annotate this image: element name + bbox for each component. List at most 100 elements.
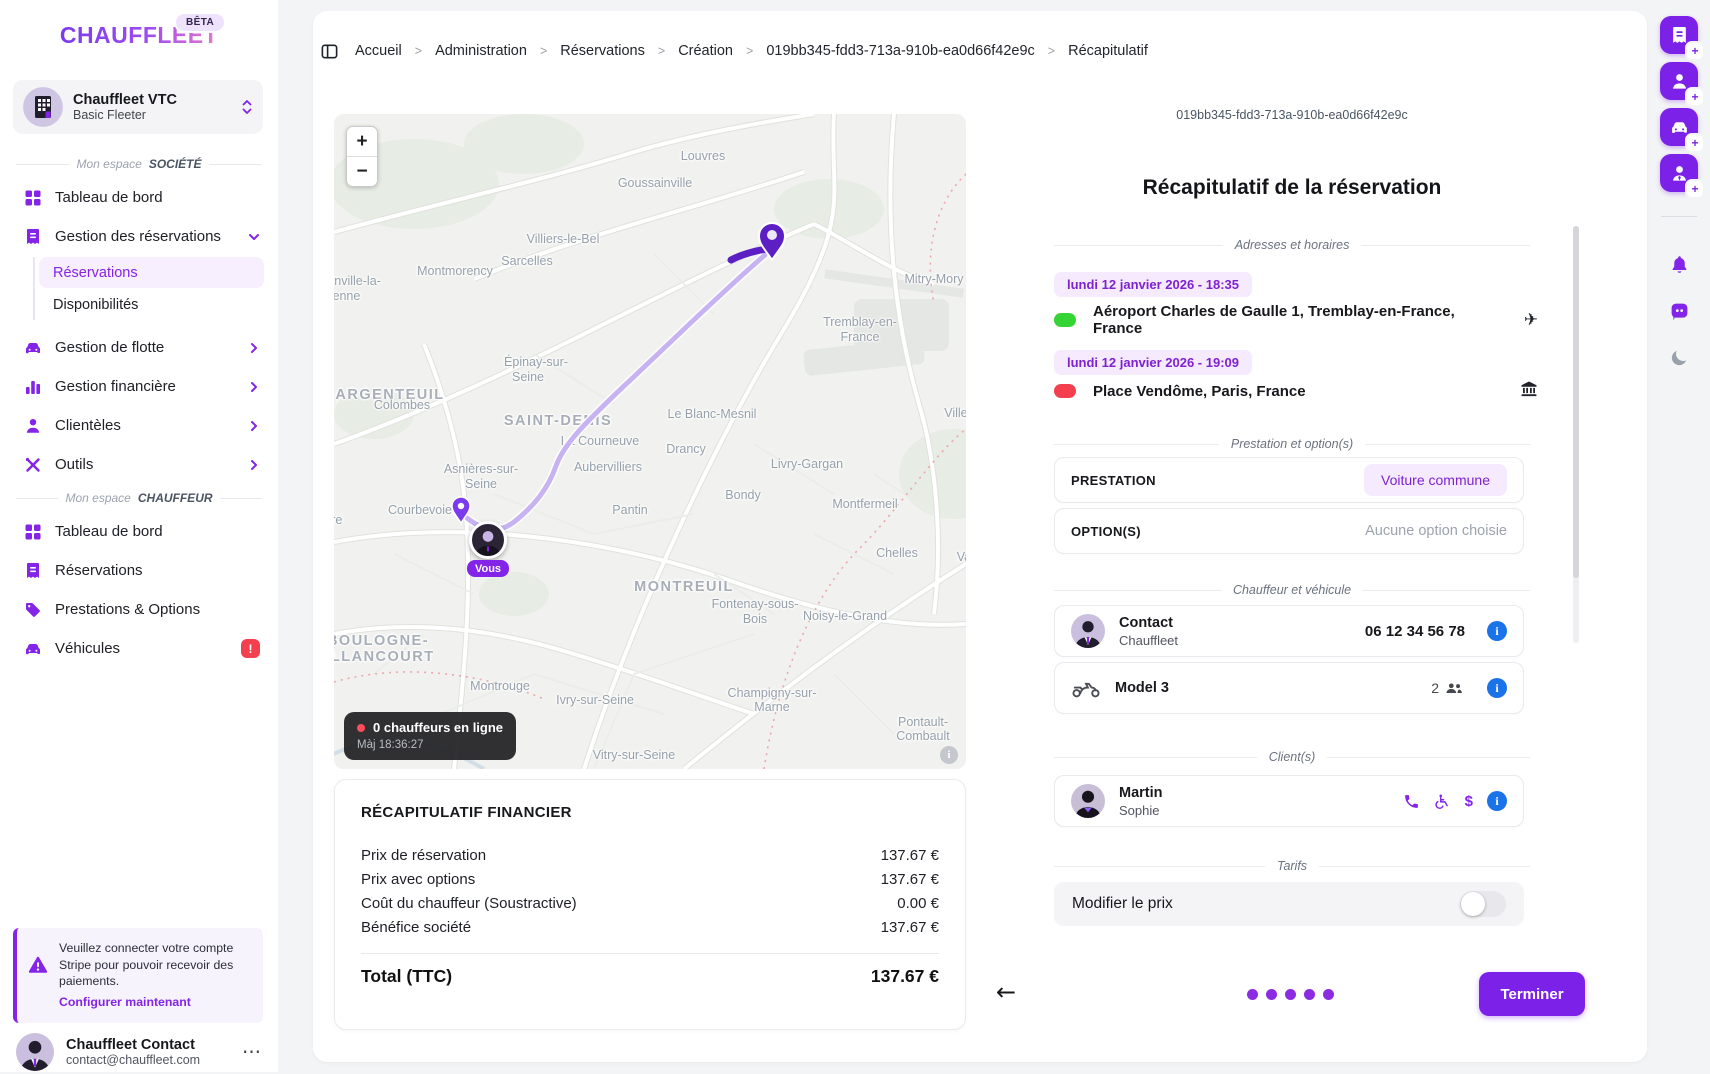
map-label: Villeparisis (944, 406, 966, 420)
financial-row-label: Coût du chauffeur (Soustractive) (361, 895, 577, 912)
org-selector[interactable]: Chauffleet VTC Basic Fleeter (13, 80, 263, 134)
dashboard-icon (24, 189, 42, 207)
plus-badge-icon: + (1687, 135, 1703, 151)
sidebar-item-label: Gestion financière (55, 378, 235, 395)
chevron-down-icon (248, 231, 260, 243)
sidebar-item-prestations-options[interactable]: Prestations & Options (0, 590, 278, 629)
quick-add-client-button[interactable]: + (1660, 154, 1698, 192)
ticket-icon (24, 228, 42, 246)
vehicle-info-icon[interactable]: i (1487, 678, 1507, 698)
divider-line (16, 498, 58, 499)
quick-add-vehicle-button[interactable]: + (1660, 108, 1698, 146)
user-menu-button[interactable]: ⋯ (242, 1041, 262, 1064)
airplane-icon: ✈ (1524, 310, 1538, 330)
notifications-bell-icon[interactable] (1664, 254, 1694, 275)
sidebar-item-gestion-financiere[interactable]: Gestion financière (0, 367, 278, 406)
financial-divider (361, 953, 939, 954)
scrollbar-thumb[interactable] (1573, 226, 1579, 578)
section-chauffeur: Chauffeur et véhicule (1054, 583, 1530, 597)
sidebar-item-vehicules[interactable]: Véhicules! (0, 629, 278, 668)
zoom-in-button[interactable]: + (347, 127, 377, 156)
financial-row-label: Prix de réservation (361, 847, 486, 864)
price-toggle[interactable] (1460, 891, 1506, 917)
client-info-icon[interactable]: i (1487, 791, 1507, 811)
user-name: Chauffleet Contact (66, 1037, 200, 1053)
sidebar-item-label: Prestations & Options (55, 601, 260, 618)
sidebar-toggle-icon[interactable] (320, 42, 339, 61)
sidebar-item-gestion-des-reservations[interactable]: Gestion des réservations (0, 217, 278, 256)
map-attribution-icon[interactable]: i (940, 746, 958, 764)
finish-button[interactable]: Terminer (1479, 972, 1585, 1016)
map[interactable]: LouvresGoussainvilleVilliers-le-BelSarce… (334, 114, 966, 769)
quick-add-chauffeur-button[interactable]: + (1660, 62, 1698, 100)
map-label: Colombes (374, 398, 430, 412)
sidebar-subitem-disponibilites[interactable]: Disponibilités (39, 289, 264, 320)
logo: CHAUFFLEET BÊTA (0, 22, 278, 49)
breadcrumb-item[interactable]: Administration (435, 43, 527, 59)
price-dollar-icon[interactable]: $ (1465, 793, 1473, 810)
section-prefix: Mon espace (76, 157, 141, 171)
breadcrumb-item[interactable]: 019bb345-fdd3-713a-910b-ea0d66f42e9c (766, 43, 1034, 59)
chauffeur-info-icon[interactable]: i (1487, 621, 1507, 641)
sidebar-item-label: Gestion de flotte (55, 339, 235, 356)
sidebar-subitem-reservations[interactable]: Réservations (39, 257, 264, 288)
sidebar-item-clienteles[interactable]: Clientèles (0, 406, 278, 445)
map-label: MONTREUIL (634, 579, 734, 595)
sidebar-item-outils[interactable]: Outils (0, 445, 278, 484)
breadcrumb-item[interactable]: Accueil (355, 43, 402, 59)
chevron-right-icon (248, 459, 260, 471)
sidebar-item-reservations[interactable]: Réservations (0, 551, 278, 590)
plus-badge-icon: + (1687, 89, 1703, 105)
price-toggle-label: Modifier le prix (1072, 895, 1173, 913)
back-button[interactable]: ← (996, 978, 1016, 1006)
financial-summary-card: RÉCAPITULATIF FINANCIER Prix de réservat… (334, 779, 966, 1030)
warning-triangle-icon (27, 954, 49, 981)
map-label: Goussainville (618, 176, 692, 190)
prestation-value-chip[interactable]: Voiture commune (1364, 464, 1507, 496)
recap-scrollbar[interactable] (1573, 226, 1579, 643)
breadcrumb-item[interactable]: Récapitulatif (1068, 43, 1148, 59)
org-name: Chauffleet VTC (73, 92, 177, 108)
breadcrumb-separator-icon: > (415, 44, 422, 58)
driver-marker-avatar (469, 521, 507, 559)
map-label: Sarcelles (501, 254, 552, 268)
section-label: SOCIÉTÉ (149, 157, 202, 171)
sidebar-item-tableau-de-bord[interactable]: Tableau de bord (0, 512, 278, 551)
configure-stripe-link[interactable]: Configurer maintenant (59, 995, 191, 1009)
map-label: Ivry-sur-Seine (556, 693, 634, 707)
museum-icon (1520, 380, 1538, 402)
tools-icon (24, 456, 42, 474)
chauffeur-avatar (1071, 614, 1105, 648)
breadcrumb-separator-icon: > (658, 44, 665, 58)
map-label: Seine (512, 370, 544, 384)
financial-row-value: 137.67 € (881, 919, 939, 936)
chevron-right-icon (248, 381, 260, 393)
map-label: La Courneuve (561, 434, 640, 448)
step-dot[interactable] (1247, 989, 1258, 1000)
car-icon (24, 640, 42, 658)
section-clients: Client(s) (1054, 750, 1530, 764)
step-dot[interactable] (1304, 989, 1315, 1000)
zoom-out-button[interactable]: − (347, 157, 377, 186)
stripe-warning: Veuillez connecter votre compte Stripe p… (13, 928, 263, 1023)
breadcrumb-item[interactable]: Création (678, 43, 733, 59)
dark-mode-moon-icon[interactable] (1664, 348, 1694, 368)
call-client-icon[interactable] (1403, 793, 1420, 810)
sidebar-item-gestion-de-flotte[interactable]: Gestion de flotte (0, 328, 278, 367)
dropoff-address-row: Place Vendôme, Paris, France (1054, 380, 1538, 402)
sidebar-item-tableau-de-bord[interactable]: Tableau de bord (0, 178, 278, 217)
pickup-dot-icon (1054, 313, 1076, 327)
sidebar-item-label: Outils (55, 456, 235, 473)
user-footer[interactable]: Chauffleet Contact contact@chauffleet.co… (0, 1030, 278, 1074)
chat-icon[interactable] (1664, 301, 1694, 322)
sidebar-item-label: Tableau de bord (55, 523, 260, 540)
map-label: Seine (465, 477, 497, 491)
step-dot[interactable] (1285, 989, 1296, 1000)
quick-add-reservation-button[interactable]: + (1660, 16, 1698, 54)
step-dot[interactable] (1266, 989, 1277, 1000)
breadcrumb-item[interactable]: Réservations (560, 43, 645, 59)
accessibility-icon[interactable] (1434, 793, 1451, 810)
step-dot[interactable] (1323, 989, 1334, 1000)
org-plan: Basic Fleeter (73, 108, 177, 122)
drivers-online-updated: Màj 18:36:27 (357, 739, 503, 751)
